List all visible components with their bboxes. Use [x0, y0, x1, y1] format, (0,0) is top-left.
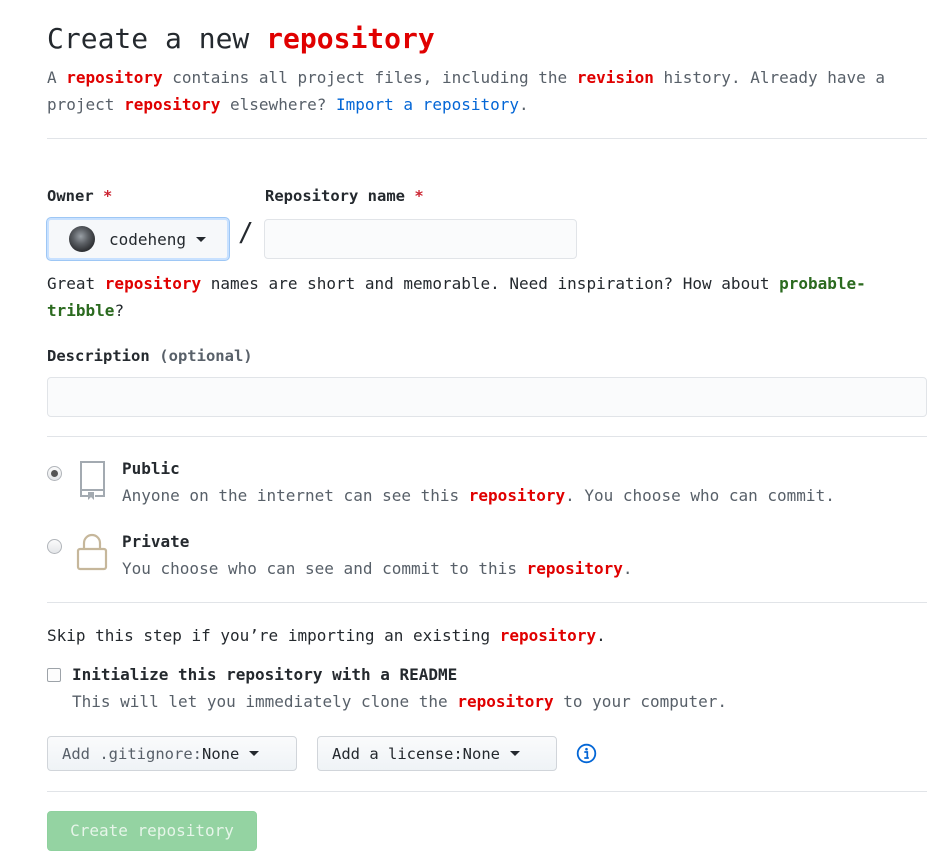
private-description: You choose who can see and commit to thi…	[122, 559, 633, 578]
lead-text: elsewhere?	[220, 95, 336, 114]
repo-book-icon	[80, 461, 105, 500]
divider	[47, 791, 927, 792]
private-radio[interactable]	[47, 539, 62, 554]
lead-text: .	[519, 95, 529, 114]
skip-note: Skip this step if you’re importing an ex…	[47, 622, 606, 649]
private-desc-text: You choose who can see and commit to thi…	[122, 559, 527, 578]
required-mark: *	[103, 187, 113, 205]
license-key: Add a license:	[332, 744, 463, 763]
required-mark: *	[414, 187, 424, 205]
avatar	[69, 226, 95, 252]
readme-desc-text: to your computer.	[553, 692, 728, 711]
private-title: Private	[122, 532, 190, 551]
divider	[47, 602, 927, 603]
page-lead: A repository contains all project files,…	[47, 64, 927, 118]
repo-name-label: Repository name *	[265, 187, 424, 205]
owner-label-text: Owner	[47, 187, 94, 205]
lead-highlight: revision	[576, 68, 654, 87]
divider	[47, 436, 927, 437]
lead-highlight: repository	[124, 95, 221, 114]
skip-text: .	[596, 626, 606, 645]
create-repository-button[interactable]: Create repository	[47, 811, 257, 851]
skip-text: Skip this step if you’re importing an ex…	[47, 626, 500, 645]
new-repository-page: Create a new repository A repository con…	[0, 0, 935, 851]
public-radio[interactable]	[47, 466, 62, 481]
description-input[interactable]	[47, 377, 927, 417]
repo-name-input[interactable]	[264, 219, 577, 259]
readme-label[interactable]: Initialize this repository with a README	[72, 665, 457, 684]
owner-label: Owner *	[47, 187, 112, 205]
divider	[47, 138, 927, 139]
page-title-highlight: repository	[266, 22, 435, 55]
license-value: None	[462, 744, 500, 763]
caret-down-icon	[196, 236, 207, 242]
repo-name-hint: Great repository names are short and mem…	[47, 270, 907, 324]
gitignore-select[interactable]: Add .gitignore: None	[47, 736, 297, 771]
caret-down-icon	[509, 751, 520, 756]
license-select[interactable]: Add a license: None	[317, 736, 557, 771]
readme-desc-highlight: repository	[457, 692, 554, 711]
page-title: Create a new repository	[47, 22, 435, 55]
lock-icon	[76, 533, 108, 571]
gitignore-value: None	[201, 744, 240, 763]
owner-repo-separator: /	[238, 218, 254, 248]
public-desc-text: . You choose who can commit.	[565, 486, 835, 505]
description-label: Description (optional)	[47, 346, 253, 365]
optional-note: (optional)	[159, 347, 253, 365]
lead-text: contains all project files, including th…	[162, 68, 577, 87]
gitignore-key: Add .gitignore:	[62, 744, 202, 763]
caret-down-icon	[249, 751, 260, 756]
readme-desc-text: This will let you immediately clone the	[72, 692, 458, 711]
repo-name-label-text: Repository name	[265, 187, 405, 205]
private-desc-text: .	[622, 559, 633, 578]
owner-name: codeheng	[109, 229, 187, 249]
public-title: Public	[122, 459, 180, 478]
import-repository-link[interactable]: Import a repository	[336, 95, 519, 114]
readme-checkbox[interactable]	[47, 668, 61, 682]
lead-text: A	[47, 68, 67, 87]
public-description: Anyone on the internet can see this repo…	[122, 486, 835, 505]
lead-highlight: repository	[66, 68, 163, 87]
public-desc-text: Anyone on the internet can see this	[122, 486, 469, 505]
private-desc-highlight: repository	[526, 559, 623, 578]
public-desc-highlight: repository	[468, 486, 566, 505]
owner-select-button[interactable]: codeheng	[47, 218, 229, 260]
hint-text: names are short and memorable. Need insp…	[201, 274, 780, 293]
page-title-text: Create a new	[47, 22, 267, 55]
readme-description: This will let you immediately clone the …	[72, 692, 727, 711]
info-icon[interactable]	[576, 743, 597, 764]
description-label-text: Description	[47, 347, 150, 365]
hint-text: Great	[47, 274, 105, 293]
skip-highlight: repository	[499, 626, 597, 645]
hint-highlight: repository	[104, 274, 202, 293]
hint-text: ?	[114, 301, 125, 320]
